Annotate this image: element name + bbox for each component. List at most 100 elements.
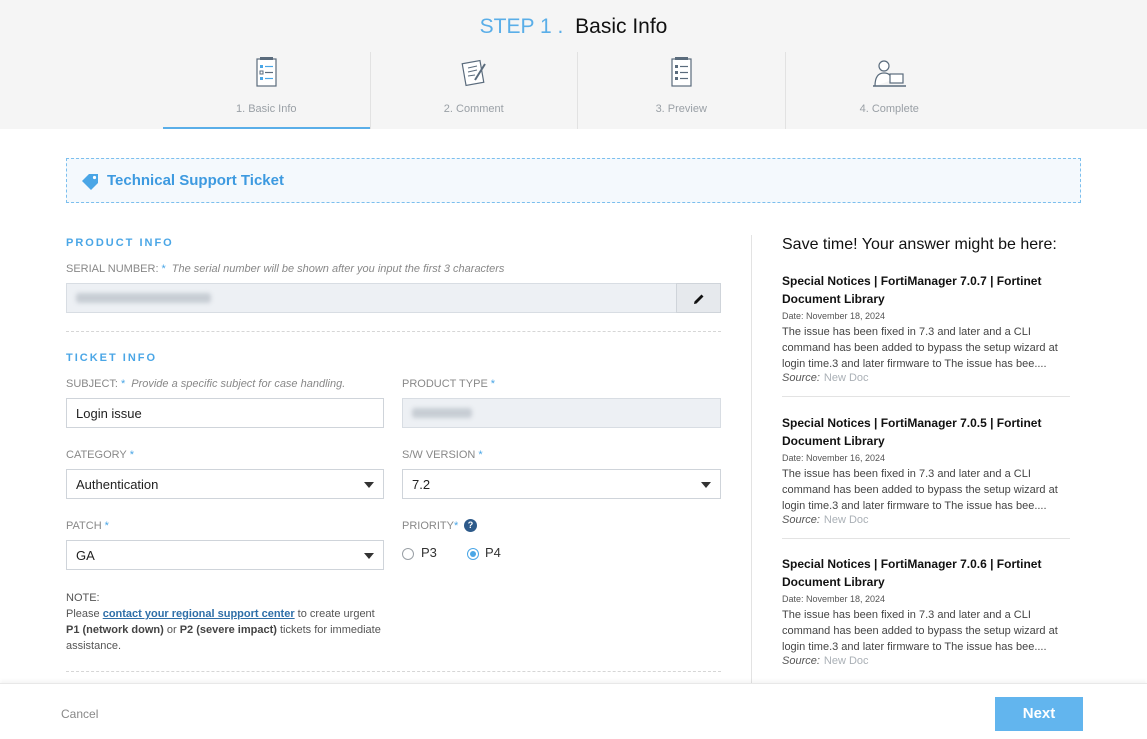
step-label: 2. Comment [443, 103, 504, 115]
patch-label: PATCH * [66, 520, 109, 532]
wizard-footer: Cancel Next [0, 683, 1147, 739]
source-label: Source: [782, 372, 820, 384]
serial-number-field [66, 283, 677, 313]
required-mark: * [453, 520, 459, 532]
next-button[interactable]: Next [995, 697, 1083, 731]
notepad-pen-icon [461, 59, 486, 87]
priority-p3-label[interactable]: P3 [421, 545, 437, 560]
article-separator [782, 396, 1070, 397]
required-mark: * [490, 378, 496, 390]
step-tab-comment[interactable]: 2. Comment [371, 52, 578, 129]
chevron-down-icon [364, 553, 374, 559]
sw-version-value: 7.2 [412, 477, 431, 492]
contact-support-link[interactable]: contact your regional support center [103, 608, 295, 620]
article-date: Date: November 16, 2024 [782, 453, 886, 463]
tag-icon [82, 174, 98, 190]
serial-number-label-text: SERIAL NUMBER: [66, 263, 159, 275]
suggestions-title: Save time! Your answer might be here: [782, 236, 1057, 253]
step-label: 1. Basic Info [235, 103, 297, 115]
person-laptop-icon [873, 60, 907, 87]
article-date: Date: November 18, 2024 [782, 594, 886, 604]
note-label: NOTE: [66, 592, 100, 604]
edit-serial-button[interactable] [676, 283, 721, 313]
note-p1: P1 (network down) [66, 624, 164, 636]
wizard-header: STEP 1 . Basic Info 1. Basic Info 2. Com… [0, 0, 1147, 129]
category-label-text: CATEGORY [66, 449, 127, 461]
subject-label: SUBJECT: * Provide a specific subject for … [66, 378, 345, 390]
source-value: New Doc [823, 514, 869, 526]
product-type-label-text: PRODUCT TYPE [402, 378, 488, 390]
suggestion-article: Special Notices | FortiManager 7.0.7 | F… [782, 272, 1070, 397]
step-tabs: 1. Basic Info 2. Comment 3. Preview 4. C… [163, 52, 993, 129]
urgent-note: NOTE: Please contact your regional suppo… [66, 590, 386, 654]
source-label: Source: [782, 655, 820, 667]
section-divider [66, 331, 721, 332]
article-description: The issue has been fixed in 7.3 and late… [782, 326, 1058, 370]
cancel-button[interactable]: Cancel [61, 707, 98, 721]
note-text: Please contact your regional support cen… [66, 606, 386, 654]
subject-input[interactable]: Login issue [66, 398, 384, 428]
product-type-field [402, 398, 721, 428]
sw-version-label: S/W VERSION * [402, 449, 483, 461]
priority-label: PRIORITY* [402, 520, 458, 532]
article-description: The issue has been fixed in 7.3 and late… [782, 468, 1058, 512]
active-step-indicator [163, 127, 370, 129]
serial-number-label: SERIAL NUMBER: * The serial number will be… [66, 263, 504, 275]
document-list-icon [671, 57, 692, 87]
sw-version-select[interactable]: 7.2 [402, 469, 721, 499]
pencil-icon [694, 294, 704, 304]
article-title-link[interactable]: Special Notices | FortiManager 7.0.5 | F… [782, 414, 1070, 450]
step-tab-preview[interactable]: 3. Preview [578, 52, 786, 129]
article-title-link[interactable]: Special Notices | FortiManager 7.0.7 | F… [782, 272, 1070, 308]
patch-select[interactable]: GA [66, 540, 384, 570]
patch-label-text: PATCH [66, 520, 102, 532]
source-value: New Doc [823, 655, 869, 667]
article-source: Source: New Doc [782, 655, 1070, 667]
ticket-type-banner: Technical Support Ticket [66, 158, 1081, 203]
required-mark: * [161, 263, 166, 275]
redacted-product-type [412, 408, 472, 418]
note-prefix: Please [66, 608, 103, 620]
priority-p4-radio[interactable] [467, 548, 479, 560]
article-source: Source: New Doc [782, 514, 1070, 526]
priority-label-text: PRIORITY [402, 520, 454, 532]
note-mid1: to create urgent [294, 608, 375, 620]
step-title: STEP 1 . Basic Info [0, 15, 1147, 39]
required-mark: * [129, 449, 134, 461]
note-p2: P2 (severe impact) [179, 624, 277, 636]
ticket-info-heading: TICKET INFO [66, 352, 158, 364]
panel-divider [751, 235, 752, 683]
step-tab-basic-info[interactable]: 1. Basic Info [163, 52, 371, 129]
step-label: 4. Complete [859, 103, 919, 115]
step-number: STEP 1 . [479, 15, 564, 38]
step-label: 3. Preview [655, 103, 707, 115]
priority-p4-label[interactable]: P4 [485, 545, 501, 560]
suggestion-article: Special Notices | FortiManager 7.0.6 | F… [782, 555, 1070, 667]
article-description: The issue has been fixed in 7.3 and late… [782, 609, 1058, 653]
required-mark: * [120, 378, 126, 390]
article-separator [782, 538, 1070, 539]
step-tab-complete[interactable]: 4. Complete [786, 52, 994, 129]
suggestion-article: Special Notices | FortiManager 7.0.5 | F… [782, 414, 1070, 539]
article-date: Date: November 18, 2024 [782, 311, 886, 321]
category-value: Authentication [76, 477, 159, 492]
source-label: Source: [782, 514, 820, 526]
checklist-icon [256, 57, 277, 87]
patch-value: GA [76, 548, 95, 563]
serial-number-hint: The serial number will be shown after yo… [171, 263, 505, 275]
source-value: New Doc [823, 372, 869, 384]
chevron-down-icon [701, 482, 711, 488]
help-icon[interactable]: ? [464, 519, 477, 532]
chevron-down-icon [364, 482, 374, 488]
article-source: Source: New Doc [782, 372, 1070, 384]
article-title-link[interactable]: Special Notices | FortiManager 7.0.6 | F… [782, 555, 1070, 591]
required-mark: * [478, 449, 483, 461]
redacted-serial-number [76, 293, 211, 303]
product-type-label: PRODUCT TYPE * [402, 378, 495, 390]
note-mid2: or [163, 624, 180, 636]
product-info-heading: PRODUCT INFO [66, 237, 174, 249]
step-name: Basic Info [575, 15, 668, 38]
category-select[interactable]: Authentication [66, 469, 384, 499]
priority-p3-radio[interactable] [402, 548, 414, 560]
banner-title: Technical Support Ticket [107, 172, 284, 189]
